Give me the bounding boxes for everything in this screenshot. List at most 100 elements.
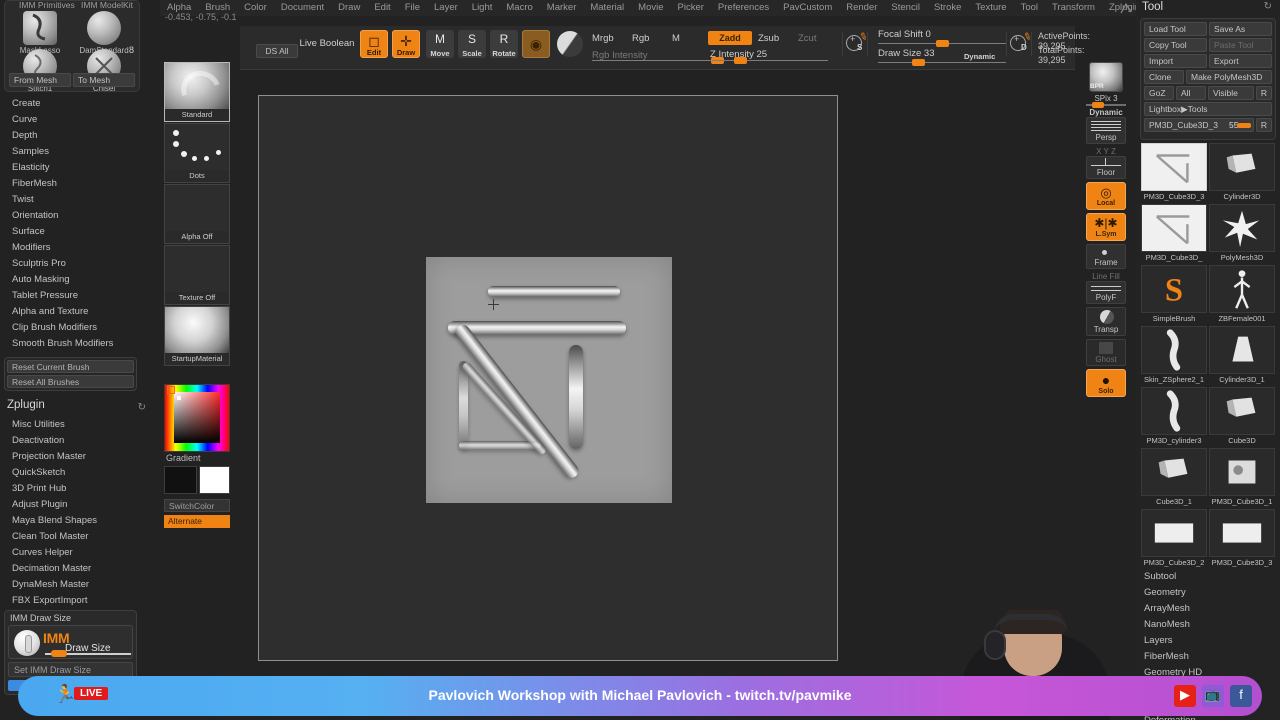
slider-handle[interactable] <box>912 59 925 66</box>
slider-handle[interactable] <box>734 57 747 64</box>
brush-menu-fibermesh[interactable]: FiberMesh <box>0 176 160 192</box>
tool-thumbnail[interactable]: PolyMesh3D <box>1208 203 1276 264</box>
tool-thumbnail[interactable]: Skin_ZSphere2_1 <box>1140 325 1208 386</box>
visible-button[interactable]: Visible <box>1208 86 1254 100</box>
zplugin-3d-print-hub[interactable]: 3D Print Hub <box>0 481 160 497</box>
m-button[interactable]: M <box>672 33 680 44</box>
current-tool-slider[interactable]: PM3D_Cube3D_3 55 <box>1144 118 1254 132</box>
switch-color-button[interactable]: SwitchColor <box>164 499 230 512</box>
dynamic-label[interactable]: Dynamic <box>1078 108 1134 117</box>
solo-button[interactable]: ● Solo <box>1086 369 1126 397</box>
line-fill-label[interactable]: Line Fill <box>1078 272 1134 281</box>
dynamic-mode-button[interactable]: ✎ D <box>1006 31 1033 56</box>
copy-tool-button[interactable]: Copy Tool <box>1144 38 1207 52</box>
focal-shift-slider[interactable] <box>878 40 1006 47</box>
r-button[interactable]: R <box>1256 86 1272 100</box>
stroke-selector[interactable]: Dots <box>164 123 230 183</box>
tool-section-nanomesh[interactable]: NanoMesh <box>1136 617 1280 633</box>
move-button[interactable]: M Move <box>426 30 454 58</box>
tool-thumbnail[interactable]: ZBFemale001 <box>1208 264 1276 325</box>
live-boolean-button[interactable]: Live Boolean <box>290 36 364 52</box>
brush-menu-samples[interactable]: Samples <box>0 144 160 160</box>
canvas[interactable] <box>258 95 838 661</box>
brush-menu-smooth-brush-modifiers[interactable]: Smooth Brush Modifiers <box>0 336 160 352</box>
rgb-intensity-slider[interactable] <box>592 57 724 64</box>
slider-handle[interactable] <box>1237 123 1251 128</box>
tool-thumbnail[interactable]: PM3D_Cube3D_3 <box>1140 142 1208 203</box>
save-as-button[interactable]: Save As <box>1209 22 1272 36</box>
rgb-button[interactable]: Rgb <box>632 33 649 44</box>
alpha-selector[interactable]: Alpha Off <box>164 184 230 244</box>
dynamic-label[interactable]: Dynamic <box>964 52 995 61</box>
menubar-item-edit[interactable]: Edit <box>367 0 397 16</box>
slider-handle[interactable] <box>51 650 67 657</box>
brush-menu-elasticity[interactable]: Elasticity <box>0 160 160 176</box>
menubar-item-layer[interactable]: Layer <box>427 0 465 16</box>
draw-size-slider[interactable] <box>878 59 1006 66</box>
slider-handle[interactable] <box>1092 102 1104 108</box>
rotate-button[interactable]: R Rotate <box>490 30 518 58</box>
tool-thumbnail[interactable]: Cylinder3D <box>1208 142 1276 203</box>
floor-button[interactable]: Floor <box>1086 156 1126 179</box>
brush-menu-alpha-and-texture[interactable]: Alpha and Texture <box>0 304 160 320</box>
brush-menu-twist[interactable]: Twist <box>0 192 160 208</box>
brush-menu-clip-brush-modifiers[interactable]: Clip Brush Modifiers <box>0 320 160 336</box>
brush-menu-modifiers[interactable]: Modifiers <box>0 240 160 256</box>
lightbox-tools-button[interactable]: Lightbox▶Tools <box>1144 102 1272 116</box>
zplugin-dynamesh-master[interactable]: DynaMesh Master <box>0 577 160 593</box>
tool-thumbnail[interactable]: S SimpleBrush <box>1140 264 1208 325</box>
bpr-render-button[interactable]: BPR <box>1089 62 1123 92</box>
tool-thumbnail[interactable]: PM3D_Cube3D_2 <box>1140 508 1208 569</box>
sculpt-model[interactable] <box>426 257 672 503</box>
set-imm-draw-size-button[interactable]: Set IMM Draw Size <box>8 662 133 677</box>
brush-menu-auto-masking[interactable]: Auto Masking <box>0 272 160 288</box>
zplugin-maya-blend-shapes[interactable]: Maya Blend Shapes <box>0 513 160 529</box>
export-button[interactable]: Export <box>1209 54 1272 68</box>
zplugin-section-title[interactable]: Zplugin ↻ <box>0 396 160 414</box>
tool-section-arraymesh[interactable]: ArrayMesh <box>1136 601 1280 617</box>
ghost-button[interactable]: Ghost <box>1086 339 1126 366</box>
menubar-item-color[interactable]: Color <box>237 0 274 16</box>
lsym-button[interactable]: ✱|✱ L.Sym <box>1086 213 1126 241</box>
spix-slider[interactable] <box>1086 102 1126 108</box>
menubar-item-document[interactable]: Document <box>274 0 331 16</box>
goz-button[interactable]: GoZ <box>1144 86 1174 100</box>
menubar-item-texture[interactable]: Texture <box>968 0 1013 16</box>
menubar-item-pavcustom[interactable]: PavCustom <box>776 0 839 16</box>
tool-section-fibermesh[interactable]: FiberMesh <box>1136 649 1280 665</box>
color-picker[interactable] <box>164 384 230 452</box>
paste-tool-button[interactable]: Paste Tool <box>1209 38 1272 52</box>
zplugin-fbx-exportimport[interactable]: FBX ExportImport <box>0 593 160 609</box>
brush-menu-orientation[interactable]: Orientation <box>0 208 160 224</box>
zcut-button[interactable]: Zcut <box>798 33 816 44</box>
zplugin-adjust-plugin[interactable]: Adjust Plugin <box>0 497 160 513</box>
spix-label[interactable]: SPix 3 <box>1078 94 1134 103</box>
make-polymesh3d-button[interactable]: Make PolyMesh3D <box>1186 70 1272 84</box>
material-toggle-button[interactable]: ◉ <box>522 30 550 58</box>
facebook-icon[interactable]: f <box>1230 685 1252 707</box>
zplugin-projection-master[interactable]: Projection Master <box>0 449 160 465</box>
menubar-item-file[interactable]: File <box>398 0 427 16</box>
local-button[interactable]: ◎ Local <box>1086 182 1126 210</box>
brush-menu-sculptris-pro[interactable]: Sculptris Pro <box>0 256 160 272</box>
menubar-item-tool[interactable]: Tool <box>1014 0 1045 16</box>
from-mesh-button[interactable]: From Mesh <box>9 73 71 87</box>
brush-menu-depth[interactable]: Depth <box>0 128 160 144</box>
z-intensity-slider[interactable] <box>710 57 828 64</box>
secondary-color-swatch[interactable] <box>199 466 230 494</box>
save-brush-settings-button[interactable]: ✎ S <box>842 31 869 56</box>
menubar-item-preferences[interactable]: Preferences <box>711 0 776 16</box>
xyz-label[interactable]: X Y Z <box>1078 147 1134 156</box>
edit-button[interactable]: ◻ Edit <box>360 30 388 58</box>
polyf-button[interactable]: PolyF <box>1086 281 1126 304</box>
material-selector[interactable]: StartupMaterial <box>164 306 230 366</box>
menubar-item-macro[interactable]: Macro <box>499 0 539 16</box>
menubar-item-draw[interactable]: Draw <box>331 0 367 16</box>
tool-thumbnail[interactable]: Cube3D <box>1208 386 1276 447</box>
tool-thumbnail[interactable]: PM3D_Cube3D_1 <box>1208 447 1276 508</box>
persp-button[interactable]: Persp <box>1086 117 1126 144</box>
transp-button[interactable]: Transp <box>1086 307 1126 336</box>
mrgb-button[interactable]: Mrgb <box>592 33 614 44</box>
twitch-icon[interactable]: 📺 <box>1202 685 1224 707</box>
menubar-item-render[interactable]: Render <box>839 0 884 16</box>
